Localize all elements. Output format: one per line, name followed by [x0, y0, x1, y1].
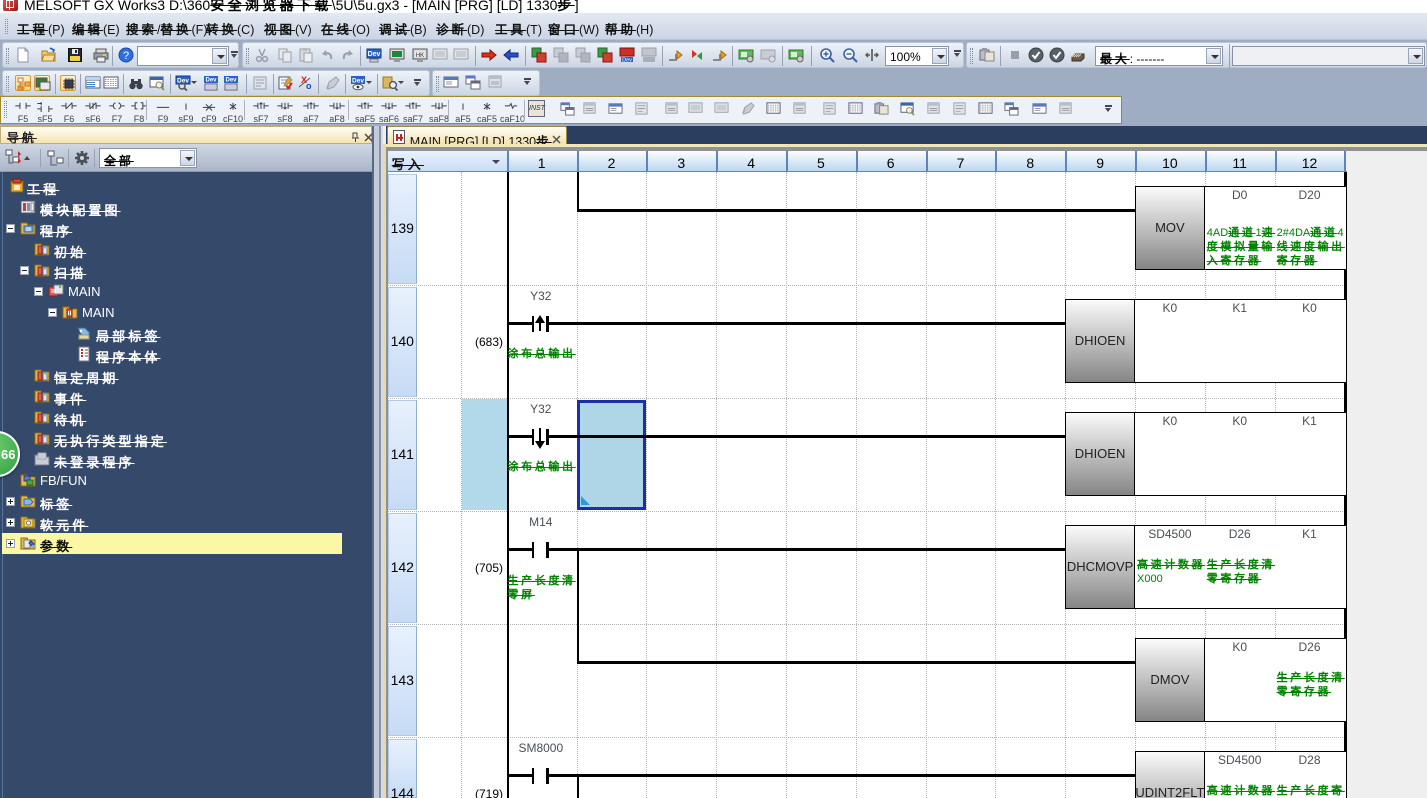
svg-text:Dev: Dev	[352, 78, 364, 85]
svg-text:Dev: Dev	[622, 58, 632, 64]
svg-text:Dev: Dev	[225, 78, 237, 84]
svg-text:?: ?	[123, 50, 129, 62]
svg-text:o: o	[306, 81, 312, 91]
svg-text:HK: HK	[416, 53, 424, 59]
svg-text:Dev: Dev	[205, 78, 217, 84]
svg-text:Dev: Dev	[368, 51, 381, 58]
